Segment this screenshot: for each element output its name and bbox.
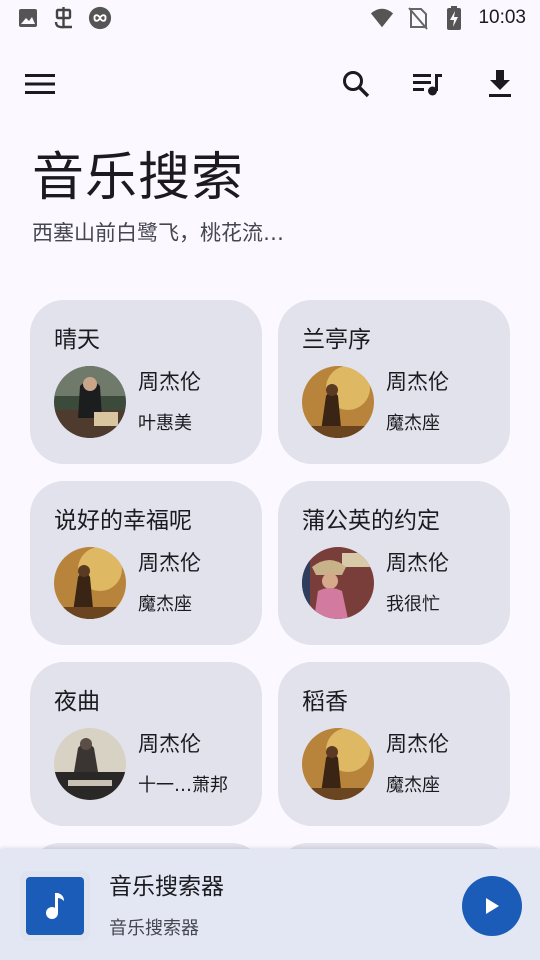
album-cover xyxy=(54,366,126,438)
song-title: 晴天 xyxy=(54,327,100,353)
song-album: 魔杰座 xyxy=(386,413,440,434)
song-album: 十一…萧邦 xyxy=(138,775,228,796)
song-card[interactable]: 蒲公英的约定 周杰伦 我很忙 xyxy=(278,481,510,645)
image-icon xyxy=(16,6,40,30)
player-subtitle: 音乐搜索器 xyxy=(109,918,199,939)
search-button[interactable] xyxy=(328,56,384,112)
song-title: 夜曲 xyxy=(54,689,100,715)
album-cover xyxy=(302,728,374,800)
song-artist: 周杰伦 xyxy=(386,551,449,575)
song-album: 叶惠美 xyxy=(138,413,192,434)
queue-music-icon xyxy=(413,74,442,96)
menu-icon xyxy=(25,74,55,94)
play-icon xyxy=(486,898,499,914)
page-subtitle: 西塞山前白鹭飞，桃花流… xyxy=(32,221,284,245)
song-artist: 周杰伦 xyxy=(386,370,449,394)
infinity-icon xyxy=(88,6,112,30)
no-sim-icon xyxy=(406,6,430,30)
search-icon xyxy=(343,71,370,98)
song-artist: 周杰伦 xyxy=(138,551,201,575)
album-cover xyxy=(54,547,126,619)
song-card[interactable]: 夜曲 周杰伦 十一…萧邦 xyxy=(30,662,262,826)
mini-player[interactable]: 音乐搜索器 音乐搜索器 xyxy=(0,849,540,960)
album-cover xyxy=(302,547,374,619)
song-grid: 晴天 周杰伦 叶惠美 兰亭序 周杰伦 魔杰座 说好的幸福呢 周杰伦 魔杰座 蒲公… xyxy=(30,300,510,826)
play-button[interactable] xyxy=(462,876,522,936)
playlist-button[interactable] xyxy=(400,56,456,112)
song-title: 蒲公英的约定 xyxy=(302,508,440,534)
album-cover xyxy=(302,366,374,438)
page-title: 音乐搜索 xyxy=(32,148,245,208)
song-card[interactable]: 说好的幸福呢 周杰伦 魔杰座 xyxy=(30,481,262,645)
bug-icon xyxy=(52,6,76,30)
song-artist: 周杰伦 xyxy=(138,370,201,394)
download-button[interactable] xyxy=(472,56,528,112)
song-card[interactable]: 稻香 周杰伦 魔杰座 xyxy=(278,662,510,826)
album-cover xyxy=(54,728,126,800)
song-card[interactable]: 兰亭序 周杰伦 魔杰座 xyxy=(278,300,510,464)
song-artist: 周杰伦 xyxy=(138,732,201,756)
player-title: 音乐搜索器 xyxy=(109,874,224,900)
status-bar: 10:03 xyxy=(0,0,540,36)
wifi-icon xyxy=(370,6,394,30)
download-icon xyxy=(489,70,511,97)
battery-charging-icon xyxy=(442,6,466,30)
menu-button[interactable] xyxy=(12,56,68,112)
status-time: 10:03 xyxy=(478,7,526,28)
song-title: 兰亭序 xyxy=(302,327,371,353)
song-album: 魔杰座 xyxy=(386,775,440,796)
song-album: 魔杰座 xyxy=(138,594,192,615)
song-title: 稻香 xyxy=(302,689,348,715)
song-artist: 周杰伦 xyxy=(386,732,449,756)
music-note-icon xyxy=(46,893,64,919)
song-album: 我很忙 xyxy=(386,594,440,615)
top-app-bar xyxy=(0,52,540,116)
song-card[interactable]: 晴天 周杰伦 叶惠美 xyxy=(30,300,262,464)
song-title: 说好的幸福呢 xyxy=(54,508,192,534)
player-artwork xyxy=(20,871,90,941)
